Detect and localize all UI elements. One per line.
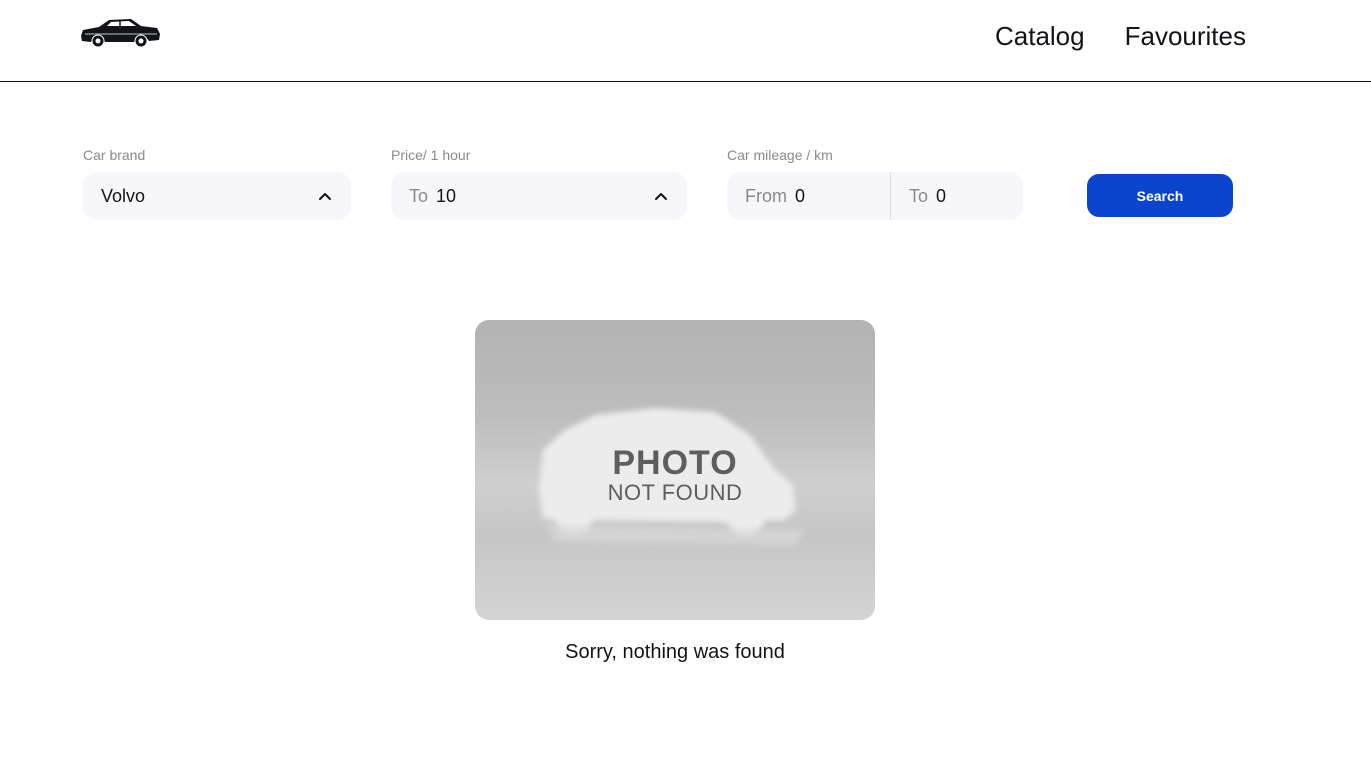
nav-catalog-link[interactable]: Catalog <box>995 20 1085 52</box>
search-button[interactable]: Search <box>1087 174 1233 217</box>
chevron-up-icon[interactable] <box>653 188 669 204</box>
nav-favourites-link[interactable]: Favourites <box>1125 20 1246 52</box>
mileage-to-prefix: To <box>909 185 929 206</box>
photo-not-found-image: PHOTO NOT FOUND <box>475 320 875 620</box>
mileage-inputs: From 0 To 0 <box>727 172 1023 220</box>
mileage-from-value: 0 <box>795 185 806 206</box>
brand-select[interactable]: Volvo <box>83 172 351 220</box>
chevron-up-icon[interactable] <box>317 188 333 204</box>
brand-filter: Car brand Volvo <box>83 146 351 220</box>
price-select[interactable]: To 10 <box>391 172 687 220</box>
mileage-filter: Car mileage / km From 0 To 0 <box>727 146 1023 220</box>
price-filter: Price/ 1 hour To 10 <box>391 146 687 220</box>
mileage-to-field[interactable]: To 0 <box>891 172 1023 220</box>
empty-results-message: Sorry, nothing was found <box>565 641 785 663</box>
price-select-value: 10 <box>436 185 457 206</box>
brand-label: Car brand <box>83 147 146 163</box>
price-prefix: To <box>409 185 429 206</box>
classic-car-icon[interactable] <box>79 14 161 50</box>
mileage-from-prefix: From <box>745 185 787 206</box>
site-header: Catalog Favourites <box>0 0 1371 82</box>
photo-caption-title: PHOTO <box>612 444 738 482</box>
brand-select-value: Volvo <box>101 185 146 206</box>
filter-form: Car brand Volvo Price/ 1 hour To 10 Car … <box>83 146 1243 226</box>
main-nav: Catalog Favourites <box>995 20 1246 52</box>
photo-caption-subtitle: NOT FOUND <box>607 480 743 505</box>
mileage-from-field[interactable]: From 0 <box>727 172 891 220</box>
mileage-to-value: 0 <box>936 185 947 206</box>
price-label: Price/ 1 hour <box>391 147 471 163</box>
mileage-label: Car mileage / km <box>727 147 833 163</box>
